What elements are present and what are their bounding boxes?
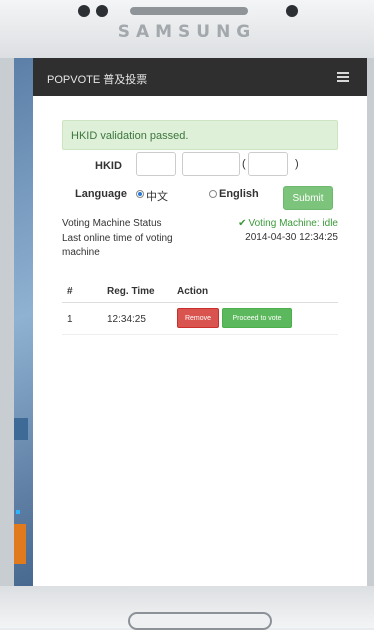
sensor-icon (78, 5, 90, 17)
machine-status-text: Voting Machine: idle (248, 218, 338, 229)
language-radio-english[interactable] (209, 190, 217, 198)
language-option-english[interactable]: English (219, 188, 259, 200)
table-row-reg-time: 12:34:25 (107, 314, 146, 325)
language-label: Language (75, 188, 127, 200)
column-header-reg-time: Reg. Time (107, 286, 155, 297)
app-title[interactable]: POPVOTE 普及投票 (47, 71, 147, 87)
submit-button[interactable]: Submit (283, 186, 333, 210)
speaker-grille (130, 7, 248, 15)
hkid-prefix-input[interactable] (136, 152, 176, 176)
column-header-number: # (67, 286, 73, 297)
sensor-icon (96, 5, 108, 17)
check-digit-open-paren: ( (242, 158, 246, 170)
hkid-check-digit-input[interactable] (248, 152, 288, 176)
front-camera-icon (286, 5, 298, 17)
last-online-value: 2014-04-30 12:34:25 (245, 232, 338, 243)
table-row-divider (62, 334, 338, 335)
navbar: POPVOTE 普及投票 (33, 58, 367, 96)
home-button[interactable] (128, 612, 272, 630)
device-brand: SAMSUNG (117, 22, 257, 42)
blank-overlay-panel (33, 367, 367, 584)
hamburger-menu-icon[interactable] (337, 72, 349, 82)
home-indicator-dot (16, 510, 20, 514)
hkid-number-input[interactable] (182, 152, 240, 176)
language-radio-chinese[interactable] (136, 190, 144, 198)
language-option-chinese[interactable]: 中文 (146, 188, 168, 204)
last-online-label: Last online time of voting machine (62, 233, 173, 258)
checkmark-icon: ✔ (238, 218, 247, 229)
proceed-to-vote-button[interactable]: Proceed to vote (222, 308, 292, 328)
home-app-icon (14, 418, 28, 440)
machine-status-value: ✔ Voting Machine: idle (238, 218, 338, 229)
table-row-number: 1 (67, 314, 73, 325)
check-digit-close-paren: ) (295, 158, 299, 170)
table-header-divider (62, 302, 338, 303)
machine-status-label: Voting Machine Status (62, 218, 162, 229)
phone-top-bezel: SAMSUNG (0, 0, 374, 58)
home-app-icon (14, 524, 26, 564)
hkid-label: HKID (95, 160, 122, 172)
remove-button[interactable]: Remove (177, 308, 219, 328)
column-header-action: Action (177, 286, 209, 297)
validation-alert: HKID validation passed. (62, 120, 338, 150)
bezel-left (0, 58, 14, 586)
